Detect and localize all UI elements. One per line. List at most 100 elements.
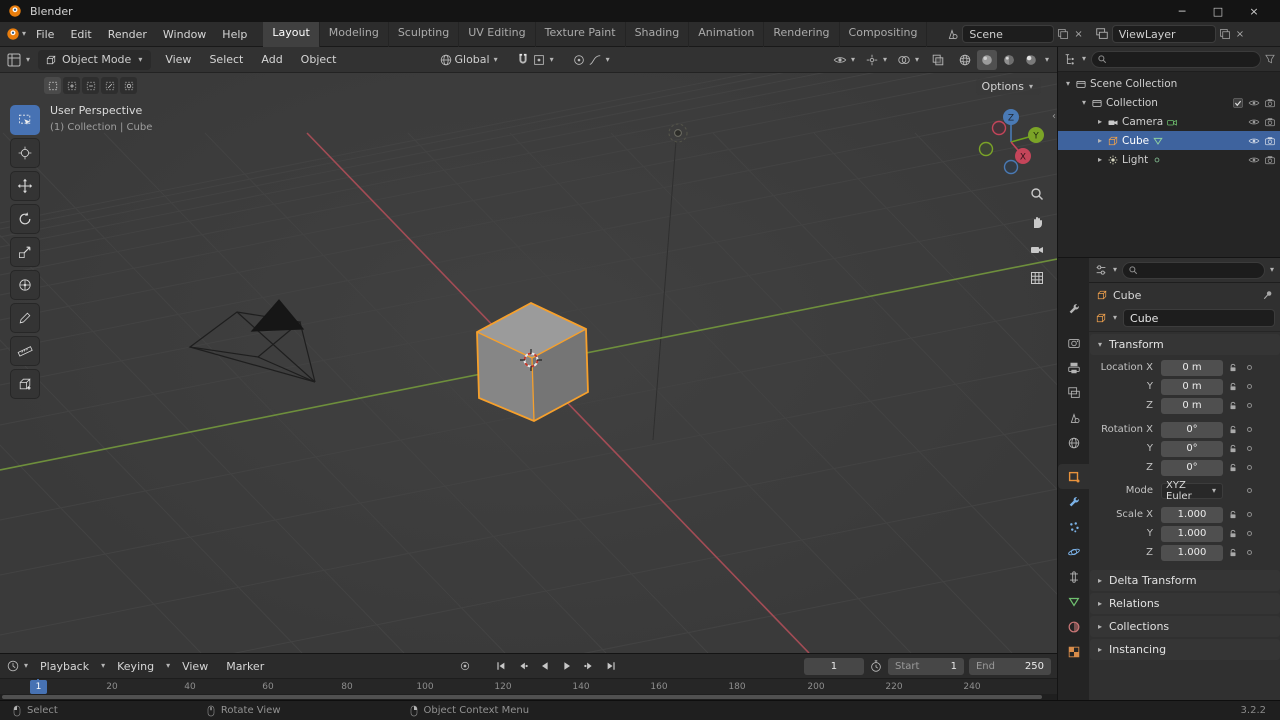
gizmo-y-neg-axis[interactable]: [978, 141, 994, 157]
transform-section-header[interactable]: ▾ Transform: [1090, 334, 1280, 355]
disclosure-triangle-icon[interactable]: ▸: [1098, 136, 1102, 145]
navigation-gizmo[interactable]: Z Y X: [972, 103, 1050, 181]
camera-view-button[interactable]: [1026, 239, 1048, 261]
animate-dot-icon[interactable]: [1247, 403, 1252, 408]
workspace-tab-texture-paint[interactable]: Texture Paint: [536, 21, 626, 47]
shading-material-button[interactable]: [999, 50, 1019, 70]
animate-dot-icon[interactable]: [1247, 465, 1252, 470]
rotation-z-field[interactable]: 0°: [1161, 459, 1223, 476]
tab-view-layer[interactable]: [1058, 380, 1089, 405]
tool-move-button[interactable]: [10, 171, 40, 201]
delta-transform-section[interactable]: ▸ Delta Transform: [1090, 570, 1280, 591]
workspace-tab-compositing[interactable]: Compositing: [840, 21, 928, 47]
select-mode-subtract-button[interactable]: [82, 77, 99, 94]
select-mode-extend-button[interactable]: [63, 77, 80, 94]
shading-wireframe-button[interactable]: [955, 50, 975, 70]
animate-dot-icon[interactable]: [1247, 531, 1252, 536]
tool-rotate-button[interactable]: [10, 204, 40, 234]
shading-rendered-button[interactable]: [1021, 50, 1041, 70]
checkbox-icon[interactable]: [1232, 97, 1244, 109]
lock-icon[interactable]: [1228, 382, 1238, 392]
gizmo-z-neg-axis[interactable]: [1003, 159, 1019, 175]
tab-physics[interactable]: [1058, 539, 1089, 564]
outliner-row-light[interactable]: ▸ Light: [1058, 150, 1280, 169]
workspace-tab-animation[interactable]: Animation: [689, 21, 765, 47]
outliner-row-camera[interactable]: ▸ Camera: [1058, 112, 1280, 131]
camera-object[interactable]: [188, 299, 316, 383]
jump-to-end-button[interactable]: [602, 658, 620, 674]
viewlayer-selector[interactable]: ViewLayer: [1111, 25, 1216, 43]
disclosure-triangle-icon[interactable]: ▸: [1098, 117, 1102, 126]
chevron-down-icon[interactable]: ▾: [1113, 314, 1117, 322]
tab-material[interactable]: [1058, 614, 1089, 639]
properties-editor-icon[interactable]: [1094, 263, 1108, 277]
render-visibility-icon[interactable]: [1264, 154, 1276, 166]
lock-icon[interactable]: [1228, 548, 1238, 558]
menu-view-timeline[interactable]: View: [174, 658, 216, 675]
gizmo-x-neg-axis[interactable]: [991, 120, 1007, 136]
eye-icon[interactable]: [1248, 116, 1260, 128]
animate-dot-icon[interactable]: [1247, 512, 1252, 517]
animate-dot-icon[interactable]: [1247, 427, 1252, 432]
workspace-tab-shading[interactable]: Shading: [626, 21, 690, 47]
tab-object-data[interactable]: [1058, 589, 1089, 614]
tab-constraints[interactable]: [1058, 564, 1089, 589]
viewport-canvas[interactable]: [0, 73, 1057, 653]
next-keyframe-button[interactable]: [580, 658, 598, 674]
lock-icon[interactable]: [1228, 363, 1238, 373]
animate-dot-icon[interactable]: [1247, 365, 1252, 370]
stopwatch-icon[interactable]: [869, 659, 883, 673]
minimize-button[interactable]: ─: [1164, 5, 1200, 18]
new-viewlayer-icon[interactable]: [1219, 28, 1231, 40]
falloff-dropdown[interactable]: ▾: [588, 53, 612, 67]
new-scene-icon[interactable]: [1057, 28, 1069, 40]
lock-icon[interactable]: [1228, 510, 1238, 520]
previous-keyframe-button[interactable]: [514, 658, 532, 674]
workspace-tab-modeling[interactable]: Modeling: [320, 21, 389, 47]
pan-button[interactable]: [1026, 211, 1048, 233]
tab-particles[interactable]: [1058, 514, 1089, 539]
maximize-button[interactable]: □: [1200, 5, 1236, 18]
select-mode-intersect-button[interactable]: [120, 77, 137, 94]
location-x-field[interactable]: 0 m: [1161, 359, 1223, 376]
menu-window[interactable]: Window: [155, 26, 214, 43]
workspace-tab-uv-editing[interactable]: UV Editing: [459, 21, 536, 47]
menu-edit[interactable]: Edit: [62, 26, 99, 43]
snap-toggle[interactable]: [516, 53, 530, 67]
rotation-x-field[interactable]: 0°: [1161, 421, 1223, 438]
lock-icon[interactable]: [1228, 444, 1238, 454]
menu-marker[interactable]: Marker: [218, 658, 272, 675]
visibility-dropdown[interactable]: ▾: [833, 53, 857, 67]
tool-transform-button[interactable]: [10, 270, 40, 300]
timeline-editor-icon[interactable]: [6, 659, 20, 673]
tool-scale-button[interactable]: [10, 237, 40, 267]
scrollbar-thumb[interactable]: [2, 695, 1042, 699]
rotation-mode-dropdown[interactable]: XYZ Euler ▾: [1161, 480, 1223, 502]
relations-section[interactable]: ▸ Relations: [1090, 593, 1280, 614]
menu-view[interactable]: View: [157, 51, 199, 68]
cube-object[interactable]: [476, 301, 589, 422]
workspace-tab-layout[interactable]: Layout: [263, 21, 320, 47]
tool-measure-button[interactable]: [10, 336, 40, 366]
menu-add[interactable]: Add: [253, 51, 290, 68]
timeline-ruler[interactable]: 20 40 60 80 100 120 140 160 180 200 220 …: [0, 678, 1057, 695]
collections-section[interactable]: ▸ Collections: [1090, 616, 1280, 637]
close-button[interactable]: ×: [1236, 5, 1272, 18]
mode-dropdown[interactable]: Object Mode ▾: [38, 49, 152, 70]
disclosure-triangle-icon[interactable]: ▾: [1066, 79, 1070, 88]
start-frame-field[interactable]: Start 1: [887, 657, 964, 675]
animate-dot-icon[interactable]: [1247, 384, 1252, 389]
playhead[interactable]: 1: [30, 680, 47, 694]
remove-viewlayer-button[interactable]: ×: [1234, 29, 1246, 40]
tab-scene[interactable]: [1058, 405, 1089, 430]
viewport-3d[interactable]: Options ▾ User Perspective (1) Collectio…: [0, 73, 1057, 653]
scale-y-field[interactable]: 1.000: [1161, 525, 1223, 542]
lock-icon[interactable]: [1228, 463, 1238, 473]
tool-cursor-button[interactable]: [10, 138, 40, 168]
tab-modifiers[interactable]: [1058, 489, 1089, 514]
xray-toggle[interactable]: [931, 53, 945, 67]
animate-dot-icon[interactable]: [1247, 446, 1252, 451]
sidebar-collapse-arrow[interactable]: ‹: [1052, 111, 1056, 122]
tab-output[interactable]: [1058, 355, 1089, 380]
scale-x-field[interactable]: 1.000: [1161, 506, 1223, 523]
